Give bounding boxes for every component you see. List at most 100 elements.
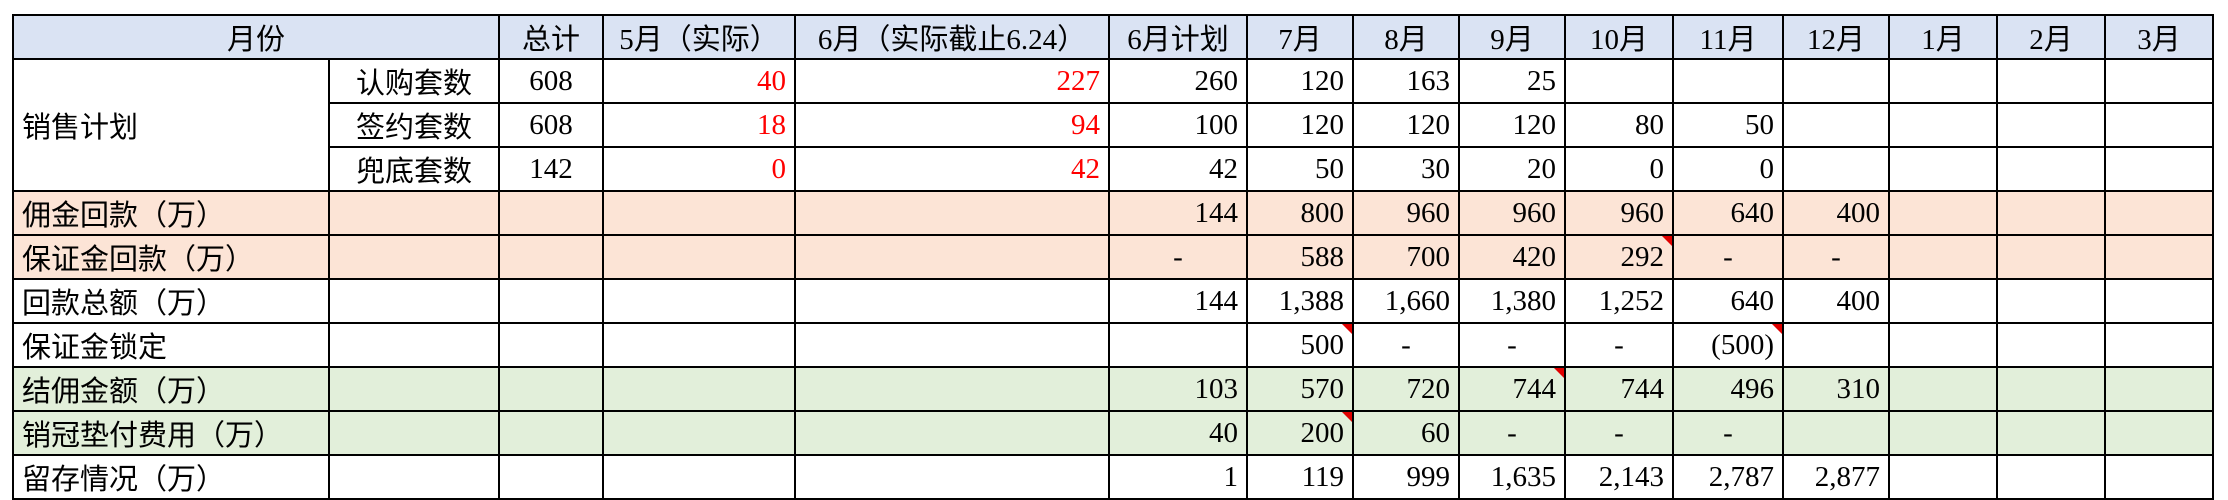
month-cell[interactable]: 60 xyxy=(1352,410,1460,456)
month-cell[interactable] xyxy=(1996,102,2106,148)
month-cell[interactable] xyxy=(1888,278,1998,324)
month-cell[interactable] xyxy=(1996,190,2106,236)
empty-cell[interactable] xyxy=(602,454,796,500)
row-label[interactable]: 保证金锁定 xyxy=(12,322,330,368)
month-cell[interactable]: 744 xyxy=(1458,366,1566,412)
month-cell[interactable]: - xyxy=(1108,234,1248,280)
month-cell[interactable] xyxy=(1782,146,1890,192)
month-cell[interactable] xyxy=(1996,58,2106,104)
column-header[interactable]: 12月 xyxy=(1782,14,1890,60)
column-header[interactable]: 3月 xyxy=(2104,14,2214,60)
month-cell[interactable]: - xyxy=(1672,234,1784,280)
month-cell[interactable]: 640 xyxy=(1672,278,1784,324)
empty-cell[interactable] xyxy=(498,366,604,412)
month-cell[interactable] xyxy=(1888,366,1998,412)
june-actual-cell[interactable]: 42 xyxy=(794,146,1110,192)
month-cell[interactable]: (500) xyxy=(1672,322,1784,368)
row-label[interactable]: 回款总额（万） xyxy=(12,278,330,324)
month-cell[interactable]: 1,635 xyxy=(1458,454,1566,500)
may-actual-cell[interactable]: 18 xyxy=(602,102,796,148)
month-cell[interactable]: 720 xyxy=(1352,366,1460,412)
column-header[interactable]: 7月 xyxy=(1246,14,1354,60)
month-cell[interactable]: - xyxy=(1564,410,1674,456)
empty-cell[interactable] xyxy=(602,234,796,280)
empty-cell[interactable] xyxy=(498,410,604,456)
month-cell[interactable]: 119 xyxy=(1246,454,1354,500)
empty-cell[interactable] xyxy=(498,454,604,500)
month-cell[interactable]: 144 xyxy=(1108,278,1248,324)
month-cell[interactable]: - xyxy=(1458,410,1566,456)
column-header[interactable]: 总计 xyxy=(498,14,604,60)
column-header[interactable]: 11月 xyxy=(1672,14,1784,60)
month-cell[interactable]: 30 xyxy=(1352,146,1460,192)
total-cell[interactable]: 608 xyxy=(498,58,604,104)
month-cell[interactable] xyxy=(2104,102,2214,148)
month-cell[interactable]: 999 xyxy=(1352,454,1460,500)
month-cell[interactable]: 100 xyxy=(1108,102,1248,148)
month-cell[interactable]: 310 xyxy=(1782,366,1890,412)
june-actual-cell[interactable]: 227 xyxy=(794,58,1110,104)
month-cell[interactable]: 50 xyxy=(1672,102,1784,148)
total-cell[interactable]: 608 xyxy=(498,102,604,148)
empty-cell[interactable] xyxy=(328,410,500,456)
month-cell[interactable] xyxy=(1888,454,1998,500)
empty-cell[interactable] xyxy=(498,322,604,368)
month-cell[interactable] xyxy=(1888,322,1998,368)
empty-cell[interactable] xyxy=(602,410,796,456)
month-cell[interactable] xyxy=(1782,322,1890,368)
month-cell[interactable]: 25 xyxy=(1458,58,1566,104)
empty-cell[interactable] xyxy=(602,366,796,412)
month-cell[interactable]: 144 xyxy=(1108,190,1248,236)
column-header[interactable]: 6月（实际截止6.24） xyxy=(794,14,1110,60)
row-label[interactable]: 结佣金额（万） xyxy=(12,366,330,412)
empty-cell[interactable] xyxy=(794,234,1110,280)
month-cell[interactable]: - xyxy=(1458,322,1566,368)
row-label[interactable]: 兜底套数 xyxy=(328,146,500,192)
month-cell[interactable]: 1,380 xyxy=(1458,278,1566,324)
month-cell[interactable] xyxy=(1672,58,1784,104)
month-cell[interactable] xyxy=(2104,234,2214,280)
month-cell[interactable]: 120 xyxy=(1352,102,1460,148)
month-cell[interactable] xyxy=(1996,410,2106,456)
total-cell[interactable]: 142 xyxy=(498,146,604,192)
column-header[interactable]: 10月 xyxy=(1564,14,1674,60)
month-cell[interactable]: 570 xyxy=(1246,366,1354,412)
month-cell[interactable]: 163 xyxy=(1352,58,1460,104)
month-cell[interactable] xyxy=(1996,278,2106,324)
row-label[interactable]: 佣金回款（万） xyxy=(12,190,330,236)
month-cell[interactable] xyxy=(1888,190,1998,236)
may-actual-cell[interactable]: 0 xyxy=(602,146,796,192)
empty-cell[interactable] xyxy=(794,190,1110,236)
month-cell[interactable]: 2,787 xyxy=(1672,454,1784,500)
month-cell[interactable]: 588 xyxy=(1246,234,1354,280)
month-cell[interactable] xyxy=(1888,234,1998,280)
month-cell[interactable]: 960 xyxy=(1564,190,1674,236)
month-cell[interactable]: 400 xyxy=(1782,190,1890,236)
column-header[interactable]: 5月（实际） xyxy=(602,14,796,60)
month-cell[interactable]: 292 xyxy=(1564,234,1674,280)
month-cell[interactable]: 640 xyxy=(1672,190,1784,236)
month-cell[interactable]: 800 xyxy=(1246,190,1354,236)
empty-cell[interactable] xyxy=(328,366,500,412)
month-cell[interactable]: - xyxy=(1782,234,1890,280)
may-actual-cell[interactable]: 40 xyxy=(602,58,796,104)
row-label[interactable]: 销冠垫付费用（万） xyxy=(12,410,330,456)
month-cell[interactable]: 960 xyxy=(1458,190,1566,236)
month-cell[interactable] xyxy=(1108,322,1248,368)
month-cell[interactable]: 20 xyxy=(1458,146,1566,192)
empty-cell[interactable] xyxy=(498,278,604,324)
month-cell[interactable]: 120 xyxy=(1246,58,1354,104)
column-header[interactable]: 2月 xyxy=(1996,14,2106,60)
month-cell[interactable] xyxy=(2104,366,2214,412)
column-header[interactable]: 1月 xyxy=(1888,14,1998,60)
empty-cell[interactable] xyxy=(602,278,796,324)
empty-cell[interactable] xyxy=(328,234,500,280)
month-cell[interactable] xyxy=(2104,454,2214,500)
empty-cell[interactable] xyxy=(328,454,500,500)
column-header[interactable]: 6月计划 xyxy=(1108,14,1248,60)
month-cell[interactable] xyxy=(1782,58,1890,104)
empty-cell[interactable] xyxy=(794,278,1110,324)
month-cell[interactable]: 1,388 xyxy=(1246,278,1354,324)
month-cell[interactable] xyxy=(1782,102,1890,148)
empty-cell[interactable] xyxy=(328,190,500,236)
